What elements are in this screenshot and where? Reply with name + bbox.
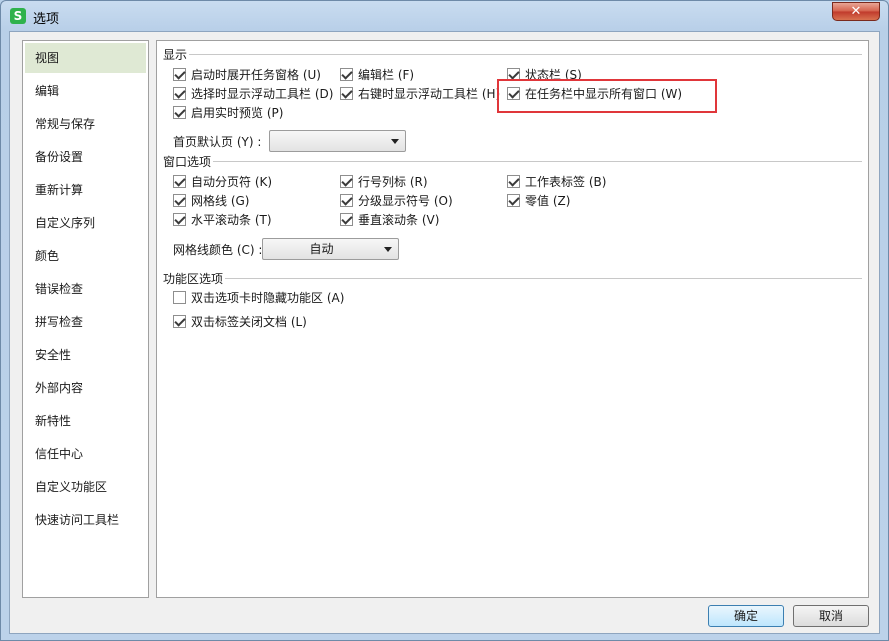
cancel-button[interactable]: 取消 [793, 605, 869, 627]
gridline-color-label: 网格线颜色 (C) : [173, 243, 263, 257]
option-sheet-tabs[interactable]: 工作表标签 (B) [507, 173, 606, 189]
section-title-window-options: 窗口选项 [163, 155, 212, 169]
option-horizontal-scrollbar[interactable]: 水平滚动条 (T) [173, 211, 272, 227]
checkbox[interactable] [173, 314, 186, 328]
checkbox[interactable] [173, 290, 186, 304]
home-page-select[interactable] [269, 130, 406, 152]
sidebar-item-new-features[interactable]: 新特性 [25, 406, 146, 436]
sidebar-item-quick-access-toolbar[interactable]: 快速访问工具栏 [25, 505, 146, 535]
sidebar-item-view[interactable]: 视图 [25, 43, 146, 73]
sidebar-item-customize-ribbon[interactable]: 自定义功能区 [25, 472, 146, 502]
checkbox[interactable] [340, 86, 353, 100]
sidebar-item-edit[interactable]: 编辑 [25, 76, 146, 106]
checkbox[interactable] [173, 174, 186, 188]
option-dblclick-hide-ribbon[interactable]: 双击选项卡时隐藏功能区 (A) [173, 289, 344, 305]
checkbox[interactable] [507, 67, 520, 81]
option-floating-toolbar-on-right-click[interactable]: 右键时显示浮动工具栏 (H) [340, 85, 500, 101]
option-vertical-scrollbar[interactable]: 垂直滚动条 (V) [340, 211, 439, 227]
checkbox[interactable] [173, 105, 186, 119]
sidebar-item-color[interactable]: 颜色 [25, 241, 146, 271]
home-page-label: 首页默认页 (Y) : [173, 135, 262, 149]
section-title-display: 显示 [163, 48, 188, 62]
close-button[interactable]: ✕ [832, 2, 880, 21]
option-dblclick-close-document[interactable]: 双击标签关闭文档 (L) [173, 313, 307, 329]
section-divider [225, 278, 862, 279]
option-live-preview[interactable]: 启用实时预览 (P) [173, 104, 283, 120]
sidebar-item-backup[interactable]: 备份设置 [25, 142, 146, 172]
option-show-all-windows-in-taskbar[interactable]: 在任务栏中显示所有窗口 (W) [507, 85, 682, 101]
checkbox[interactable] [507, 86, 520, 100]
checkbox[interactable] [173, 193, 186, 207]
option-zero-values[interactable]: 零值 (Z) [507, 192, 570, 208]
option-floating-toolbar-on-select[interactable]: 选择时显示浮动工具栏 (D) [173, 85, 333, 101]
sidebar-item-external-content[interactable]: 外部内容 [25, 373, 146, 403]
dialog-body: 视图 编辑 常规与保存 备份设置 重新计算 自定义序列 颜色 错误检查 拼写检查… [9, 31, 880, 634]
dialog-title: 选项 [33, 12, 60, 27]
sidebar-item-spell-check[interactable]: 拼写检查 [25, 307, 146, 337]
checkbox[interactable] [340, 174, 353, 188]
options-sidebar: 视图 编辑 常规与保存 备份设置 重新计算 自定义序列 颜色 错误检查 拼写检查… [22, 40, 149, 598]
dropdown-arrow-icon [391, 139, 399, 144]
option-auto-page-break[interactable]: 自动分页符 (K) [173, 173, 272, 189]
option-expand-task-pane[interactable]: 启动时展开任务窗格 (U) [173, 66, 321, 82]
sidebar-item-security[interactable]: 安全性 [25, 340, 146, 370]
option-gridlines[interactable]: 网格线 (G) [173, 192, 249, 208]
sidebar-item-custom-lists[interactable]: 自定义序列 [25, 208, 146, 238]
option-formula-bar[interactable]: 编辑栏 (F) [340, 66, 414, 82]
checkbox[interactable] [507, 174, 520, 188]
sidebar-item-recalculate[interactable]: 重新计算 [25, 175, 146, 205]
checkbox[interactable] [173, 67, 186, 81]
checkbox[interactable] [173, 86, 186, 100]
checkbox[interactable] [340, 193, 353, 207]
sidebar-item-error-check[interactable]: 错误检查 [25, 274, 146, 304]
checkbox[interactable] [340, 212, 353, 226]
dropdown-arrow-icon [384, 247, 392, 252]
option-outline-symbols[interactable]: 分级显示符号 (O) [340, 192, 453, 208]
section-title-ribbon-options: 功能区选项 [163, 272, 224, 286]
options-dialog: S 选项 ✕ 视图 编辑 常规与保存 备份设置 重新计算 自定义序列 颜色 错误… [0, 0, 889, 641]
wps-app-icon: S [10, 8, 26, 24]
checkbox[interactable] [173, 212, 186, 226]
sidebar-item-general-save[interactable]: 常规与保存 [25, 109, 146, 139]
section-divider [189, 54, 862, 55]
section-divider [213, 161, 862, 162]
checkbox[interactable] [507, 193, 520, 207]
sidebar-item-trust-center[interactable]: 信任中心 [25, 439, 146, 469]
checkbox[interactable] [340, 67, 353, 81]
view-options-panel: 显示 启动时展开任务窗格 (U) 编辑栏 (F) 状态栏 (S) 选择时显示浮动… [156, 40, 869, 598]
option-status-bar[interactable]: 状态栏 (S) [507, 66, 582, 82]
title-bar[interactable]: S 选项 ✕ [1, 1, 888, 31]
gridline-color-select[interactable]: 自动 [262, 238, 399, 260]
option-row-col-headers[interactable]: 行号列标 (R) [340, 173, 428, 189]
ok-button[interactable]: 确定 [708, 605, 784, 627]
